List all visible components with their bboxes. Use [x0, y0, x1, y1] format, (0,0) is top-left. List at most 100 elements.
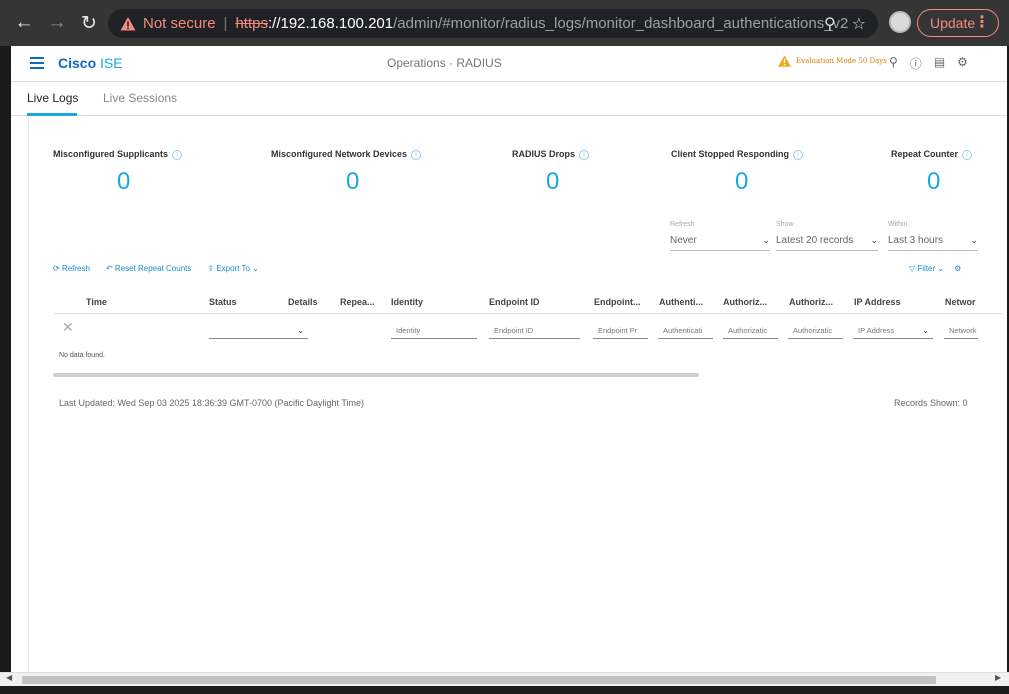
chevron-down-icon: ⌄	[922, 326, 929, 335]
chevron-down-icon: ⌄	[297, 326, 304, 335]
counter-value-radius-drops[interactable]: 0	[546, 168, 559, 196]
authentication-filter[interactable]: Authenticati	[658, 325, 713, 339]
info-icon[interactable]: i	[579, 149, 590, 160]
back-arrow-icon[interactable]: ←	[12, 11, 36, 35]
counter-label-radius-drops: RADIUS Drops i	[512, 149, 590, 160]
refresh-select-value: Never	[670, 235, 697, 246]
zoom-icon[interactable]: ⚲	[824, 14, 836, 34]
chevron-down-icon: ⌄	[762, 235, 770, 245]
url-path: /admin/#monitor/radius_logs/monitor_dash…	[393, 15, 849, 32]
address-bar[interactable]: Not secure | https://192.168.100.201/adm…	[108, 9, 878, 38]
not-secure-label[interactable]: Not secure	[143, 15, 216, 32]
taskbar	[0, 686, 1009, 694]
column-header-ip-address[interactable]: IP Address	[854, 297, 901, 307]
counter-label-client-stopped-responding: Client Stopped Responding i	[671, 149, 803, 160]
column-header-authentication[interactable]: Authenti...	[659, 297, 703, 307]
column-header-endpoint-profile[interactable]: Endpoint...	[594, 297, 641, 307]
chevron-down-icon: ⌄	[937, 264, 945, 273]
info-icon[interactable]: i	[411, 149, 422, 160]
ip-address-filter[interactable]: IP Address ⌄	[853, 325, 933, 339]
app-header: Cisco ISE Operations · RADIUS Evaluation…	[11, 46, 1007, 82]
export-to-button[interactable]: ⇪ Export To ⌄	[207, 264, 259, 273]
authorization-profile-filter[interactable]: Authorizatic	[788, 325, 843, 339]
table-horizontal-scrollbar[interactable]	[53, 373, 699, 377]
refresh-filter-label: Refresh	[670, 221, 695, 228]
gear-icon[interactable]: ⚙	[957, 55, 968, 72]
table-toolbar: ⟳ Refresh ↶ Reset Repeat Counts ⇪ Export…	[53, 264, 259, 273]
counter-value-misconfigured-supplicants[interactable]: 0	[117, 168, 130, 196]
chevron-down-icon: ⌄	[252, 264, 259, 273]
ise-app: Cisco ISE Operations · RADIUS Evaluation…	[11, 46, 1007, 672]
tab-live-logs[interactable]: Live Logs	[27, 91, 78, 105]
tab-live-sessions[interactable]: Live Sessions	[103, 91, 177, 105]
column-header-details[interactable]: Details	[288, 297, 318, 307]
reset-repeat-counts-button[interactable]: ↶ Reset Repeat Counts	[106, 264, 191, 273]
hamburger-menu-icon[interactable]	[30, 57, 44, 69]
info-icon[interactable]: i	[962, 149, 973, 160]
url-protocol: https	[235, 15, 268, 32]
counter-value-misconfigured-network-devices[interactable]: 0	[346, 168, 359, 196]
funnel-icon: ▽	[909, 264, 916, 273]
omnibox-actions: ⚲ ☆	[824, 14, 866, 34]
help-icon[interactable]: ⓘ	[910, 55, 922, 72]
chevron-down-icon: ⌄	[870, 235, 878, 245]
reload-icon[interactable]: ↻	[77, 11, 101, 35]
evaluation-mode-text: Evaluation Mode 50 Days	[796, 57, 887, 65]
info-icon[interactable]: i	[172, 149, 183, 160]
endpoint-profile-filter[interactable]: Endpoint Pr	[593, 325, 648, 339]
tab-bar: Live Logs Live Sessions	[11, 82, 1007, 116]
scrollbar-thumb[interactable]	[22, 676, 936, 684]
column-header-time[interactable]: Time	[86, 297, 107, 307]
endpoint-id-filter[interactable]: Endpoint ID	[489, 325, 580, 339]
network-device-filter[interactable]: Network	[944, 325, 978, 339]
undo-icon: ↶	[105, 264, 113, 273]
show-filter-label: Show	[776, 221, 794, 228]
url-host: ://192.168.100.201	[267, 15, 394, 32]
kebab-menu-icon[interactable]: ⋮	[974, 12, 990, 32]
warning-triangle-icon[interactable]	[120, 16, 136, 32]
browser-toolbar: ← → ↻ Not secure | https://192.168.100.2…	[0, 0, 1009, 46]
refresh-icon: ⟳	[53, 264, 60, 273]
scroll-right-arrow-icon[interactable]: ▶	[995, 673, 1001, 682]
show-select[interactable]: Latest 20 records ⌄	[776, 235, 878, 251]
identity-filter[interactable]: Identity	[391, 325, 477, 339]
clear-filters-icon[interactable]: ✕	[62, 319, 74, 336]
table-toolbar-right: ▽ Filter ⌄ ⚙	[909, 264, 961, 273]
within-filter-label: Within	[888, 221, 908, 228]
counter-value-client-stopped-responding[interactable]: 0	[735, 168, 748, 196]
authorization-policy-filter[interactable]: Authorizatic	[723, 325, 778, 339]
column-header-status[interactable]: Status	[209, 297, 237, 307]
within-select[interactable]: Last 3 hours ⌄	[888, 235, 978, 251]
column-header-endpoint-id[interactable]: Endpoint ID	[489, 297, 540, 307]
profile-avatar[interactable]	[889, 11, 911, 33]
bookmark-star-icon[interactable]: ☆	[852, 14, 866, 34]
address-separator: |	[223, 15, 228, 32]
brand-logo[interactable]: Cisco ISE	[58, 55, 123, 71]
column-header-authorization-profile[interactable]: Authoriz...	[789, 297, 833, 307]
brand-ise: ISE	[100, 55, 123, 71]
update-button[interactable]: Update ⋮	[917, 9, 999, 37]
forward-arrow-icon[interactable]: →	[45, 11, 69, 35]
column-header-authorization-policy[interactable]: Authoriz...	[723, 297, 767, 307]
refresh-button[interactable]: ⟳ Refresh	[53, 264, 90, 273]
evaluation-mode-badge[interactable]: Evaluation Mode 50 Days	[778, 55, 887, 67]
filter-button[interactable]: ▽ Filter ⌄	[909, 264, 944, 273]
column-header-identity[interactable]: Identity	[391, 297, 423, 307]
search-icon[interactable]: ⚲	[889, 55, 898, 72]
refresh-select[interactable]: Never ⌄	[670, 235, 770, 251]
scroll-left-arrow-icon[interactable]: ◀	[6, 673, 12, 682]
status-filter[interactable]: ⌄	[209, 325, 308, 339]
counter-label-misconfigured-supplicants: Misconfigured Supplicants i	[53, 149, 183, 160]
counter-label-misconfigured-network-devices: Misconfigured Network Devices i	[271, 149, 422, 160]
column-header-network-device[interactable]: Networ	[945, 297, 976, 307]
page-horizontal-scrollbar[interactable]: ◀ ▶	[0, 672, 1009, 686]
counter-value-repeat-counter[interactable]: 0	[927, 168, 940, 196]
last-updated-text: Last Updated: Wed Sep 03 2025 18:36:39 G…	[59, 398, 365, 408]
within-select-value: Last 3 hours	[888, 235, 944, 246]
counter-label-repeat-counter: Repeat Counter i	[891, 149, 973, 160]
info-icon[interactable]: i	[793, 149, 803, 160]
chevron-down-icon: ⌄	[970, 235, 978, 245]
table-settings-gear-icon[interactable]: ⚙	[954, 264, 961, 273]
notifications-icon[interactable]: ▤	[934, 55, 945, 72]
column-header-repeat[interactable]: Repea...	[340, 297, 375, 307]
